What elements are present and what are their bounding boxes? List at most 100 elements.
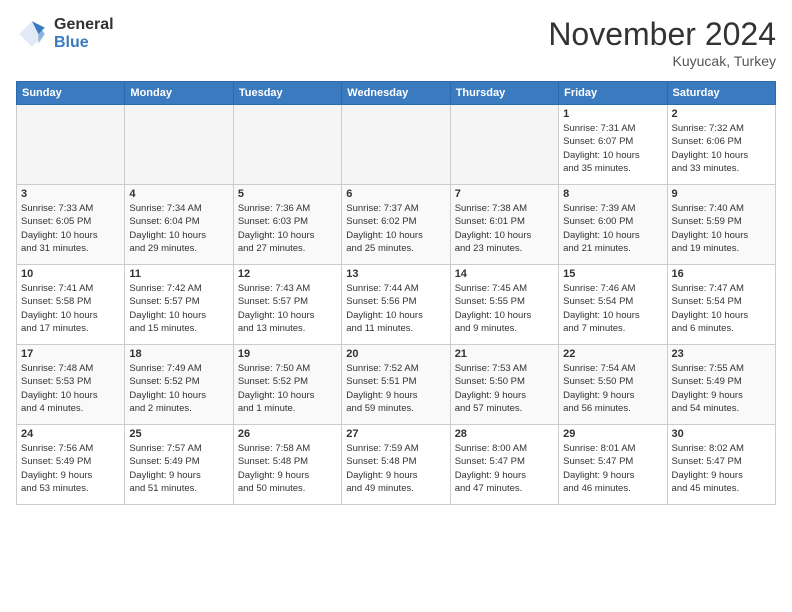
day-number: 30 <box>672 428 771 440</box>
day-info: Sunrise: 7:34 AM Sunset: 6:04 PM Dayligh… <box>129 202 228 255</box>
calendar-week-row: 24 Sunrise: 7:56 AM Sunset: 5:49 PM Dayli… <box>17 425 776 505</box>
day-number: 17 <box>21 348 120 360</box>
calendar-cell: 25Sunrise: 7:57 AM Sunset: 5:49 PM Dayli… <box>125 425 233 505</box>
logo-general-text: General <box>54 16 114 34</box>
day-number: 19 <box>238 348 337 360</box>
column-header-thursday: Thursday <box>450 82 558 105</box>
calendar-cell: 7Sunrise: 7:38 AM Sunset: 6:01 PM Daylig… <box>450 185 558 265</box>
day-info: Sunrise: 8:01 AM Sunset: 5:47 PM Dayligh… <box>563 442 662 495</box>
day-number: 14 <box>455 268 554 280</box>
day-info: Sunrise: 7:32 AM Sunset: 6:06 PM Dayligh… <box>672 122 771 175</box>
day-info: Sunrise: 7:42 AM Sunset: 5:57 PM Dayligh… <box>129 282 228 335</box>
day-number: 29 <box>563 428 662 440</box>
day-number: 16 <box>672 268 771 280</box>
calendar-cell: 11 Sunrise: 7:42 AM Sunset: 5:57 PM Dayli… <box>125 265 233 345</box>
day-info: Sunrise: 7:39 AM Sunset: 6:00 PM Dayligh… <box>563 202 662 255</box>
day-info: Sunrise: 7:38 AM Sunset: 6:01 PM Dayligh… <box>455 202 554 255</box>
column-header-wednesday: Wednesday <box>342 82 450 105</box>
title-block: November 2024 Kuyucak, Turkey <box>548 16 776 69</box>
day-number: 15 <box>563 268 662 280</box>
column-header-tuesday: Tuesday <box>233 82 341 105</box>
day-info: Sunrise: 7:48 AM Sunset: 5:53 PM Dayligh… <box>21 362 120 415</box>
calendar-cell: 8 Sunrise: 7:39 AM Sunset: 6:00 PM Daylig… <box>559 185 667 265</box>
calendar-cell: 23 Sunrise: 7:55 AM Sunset: 5:49 PM Dayli… <box>667 345 775 425</box>
logo-blue-text: Blue <box>54 34 114 52</box>
calendar-cell: 22Sunrise: 7:54 AM Sunset: 5:50 PM Dayli… <box>559 345 667 425</box>
day-info: Sunrise: 8:00 AM Sunset: 5:47 PM Dayligh… <box>455 442 554 495</box>
day-info: Sunrise: 7:45 AM Sunset: 5:55 PM Dayligh… <box>455 282 554 335</box>
day-info: Sunrise: 7:49 AM Sunset: 5:52 PM Dayligh… <box>129 362 228 415</box>
day-number: 24 <box>21 428 120 440</box>
day-number: 9 <box>672 188 771 200</box>
calendar-cell: 19 Sunrise: 7:50 AM Sunset: 5:52 PM Dayli… <box>233 345 341 425</box>
day-info: Sunrise: 7:56 AM Sunset: 5:49 PM Dayligh… <box>21 442 120 495</box>
day-number: 21 <box>455 348 554 360</box>
calendar-cell: 24 Sunrise: 7:56 AM Sunset: 5:49 PM Dayli… <box>17 425 125 505</box>
calendar-cell: 30Sunrise: 8:02 AM Sunset: 5:47 PM Dayli… <box>667 425 775 505</box>
calendar-cell: 9Sunrise: 7:40 AM Sunset: 5:59 PM Daylig… <box>667 185 775 265</box>
day-info: Sunrise: 7:55 AM Sunset: 5:49 PM Dayligh… <box>672 362 771 415</box>
day-number: 11 <box>129 268 228 280</box>
calendar-cell <box>342 105 450 185</box>
logo: General Blue <box>16 16 114 51</box>
calendar-cell: 26 Sunrise: 7:58 AM Sunset: 5:48 PM Dayli… <box>233 425 341 505</box>
day-number: 2 <box>672 108 771 120</box>
day-number: 6 <box>346 188 445 200</box>
day-info: Sunrise: 7:31 AM Sunset: 6:07 PM Dayligh… <box>563 122 662 175</box>
day-info: Sunrise: 7:46 AM Sunset: 5:54 PM Dayligh… <box>563 282 662 335</box>
calendar-cell: 1 Sunrise: 7:31 AM Sunset: 6:07 PM Daylig… <box>559 105 667 185</box>
day-number: 20 <box>346 348 445 360</box>
calendar-table: SundayMondayTuesdayWednesdayThursdayFrid… <box>16 81 776 505</box>
day-info: Sunrise: 7:41 AM Sunset: 5:58 PM Dayligh… <box>21 282 120 335</box>
location-text: Kuyucak, Turkey <box>548 53 776 69</box>
day-info: Sunrise: 7:52 AM Sunset: 5:51 PM Dayligh… <box>346 362 445 415</box>
column-header-saturday: Saturday <box>667 82 775 105</box>
day-info: Sunrise: 7:43 AM Sunset: 5:57 PM Dayligh… <box>238 282 337 335</box>
calendar-cell: 12 Sunrise: 7:43 AM Sunset: 5:57 PM Dayli… <box>233 265 341 345</box>
day-info: Sunrise: 7:33 AM Sunset: 6:05 PM Dayligh… <box>21 202 120 255</box>
calendar-header-row: SundayMondayTuesdayWednesdayThursdayFrid… <box>17 82 776 105</box>
day-info: Sunrise: 7:53 AM Sunset: 5:50 PM Dayligh… <box>455 362 554 415</box>
calendar-cell: 15 Sunrise: 7:46 AM Sunset: 5:54 PM Dayli… <box>559 265 667 345</box>
calendar-cell: 4 Sunrise: 7:34 AM Sunset: 6:04 PM Daylig… <box>125 185 233 265</box>
day-info: Sunrise: 7:58 AM Sunset: 5:48 PM Dayligh… <box>238 442 337 495</box>
calendar-cell: 3 Sunrise: 7:33 AM Sunset: 6:05 PM Daylig… <box>17 185 125 265</box>
column-header-sunday: Sunday <box>17 82 125 105</box>
calendar-week-row: 17 Sunrise: 7:48 AM Sunset: 5:53 PM Dayli… <box>17 345 776 425</box>
calendar-cell: 2 Sunrise: 7:32 AM Sunset: 6:06 PM Daylig… <box>667 105 775 185</box>
day-number: 3 <box>21 188 120 200</box>
day-number: 10 <box>21 268 120 280</box>
calendar-cell <box>17 105 125 185</box>
day-number: 1 <box>563 108 662 120</box>
day-number: 5 <box>238 188 337 200</box>
calendar-week-row: 1 Sunrise: 7:31 AM Sunset: 6:07 PM Daylig… <box>17 105 776 185</box>
day-number: 12 <box>238 268 337 280</box>
calendar-cell: 20 Sunrise: 7:52 AM Sunset: 5:51 PM Dayli… <box>342 345 450 425</box>
column-header-monday: Monday <box>125 82 233 105</box>
day-info: Sunrise: 7:57 AM Sunset: 5:49 PM Dayligh… <box>129 442 228 495</box>
day-info: Sunrise: 7:36 AM Sunset: 6:03 PM Dayligh… <box>238 202 337 255</box>
day-info: Sunrise: 7:59 AM Sunset: 5:48 PM Dayligh… <box>346 442 445 495</box>
day-number: 4 <box>129 188 228 200</box>
day-info: Sunrise: 7:47 AM Sunset: 5:54 PM Dayligh… <box>672 282 771 335</box>
day-number: 26 <box>238 428 337 440</box>
calendar-cell: 14 Sunrise: 7:45 AM Sunset: 5:55 PM Dayli… <box>450 265 558 345</box>
calendar-cell: 29 Sunrise: 8:01 AM Sunset: 5:47 PM Dayli… <box>559 425 667 505</box>
calendar-cell: 21 Sunrise: 7:53 AM Sunset: 5:50 PM Dayli… <box>450 345 558 425</box>
day-number: 28 <box>455 428 554 440</box>
day-number: 23 <box>672 348 771 360</box>
calendar-cell: 6 Sunrise: 7:37 AM Sunset: 6:02 PM Daylig… <box>342 185 450 265</box>
day-info: Sunrise: 7:37 AM Sunset: 6:02 PM Dayligh… <box>346 202 445 255</box>
calendar-cell: 16 Sunrise: 7:47 AM Sunset: 5:54 PM Dayli… <box>667 265 775 345</box>
day-info: Sunrise: 7:50 AM Sunset: 5:52 PM Dayligh… <box>238 362 337 415</box>
column-header-friday: Friday <box>559 82 667 105</box>
calendar-cell <box>233 105 341 185</box>
logo-icon <box>16 18 48 50</box>
calendar-cell <box>125 105 233 185</box>
month-title: November 2024 <box>548 16 776 53</box>
calendar-cell: 27Sunrise: 7:59 AM Sunset: 5:48 PM Dayli… <box>342 425 450 505</box>
day-info: Sunrise: 7:44 AM Sunset: 5:56 PM Dayligh… <box>346 282 445 335</box>
calendar-cell: 10 Sunrise: 7:41 AM Sunset: 5:58 PM Dayli… <box>17 265 125 345</box>
day-number: 8 <box>563 188 662 200</box>
day-number: 22 <box>563 348 662 360</box>
